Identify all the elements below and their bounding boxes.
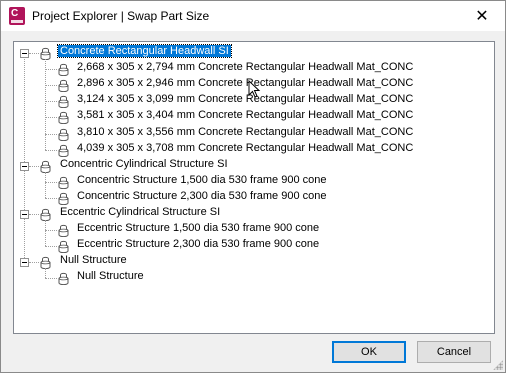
tree-item-label[interactable]: Eccentric Structure 1,500 dia 530 frame … bbox=[75, 222, 321, 234]
tree-group-label[interactable]: Null Structure bbox=[58, 254, 129, 266]
tree-item-label[interactable]: Null Structure bbox=[75, 270, 146, 282]
tree-group-label[interactable]: Concentric Cylindrical Structure SI bbox=[58, 158, 230, 170]
structure-icon bbox=[58, 63, 69, 77]
window-title: Project Explorer | Swap Part Size bbox=[32, 9, 210, 23]
mouse-cursor-icon bbox=[248, 80, 261, 98]
structure-icon bbox=[58, 224, 69, 238]
tree-item-label[interactable]: 3,810 x 305 x 3,556 mm Concrete Rectangu… bbox=[75, 126, 415, 138]
civil3d-app-icon: C bbox=[9, 7, 25, 25]
tree-item-label[interactable]: 4,039 x 305 x 3,708 mm Concrete Rectangu… bbox=[75, 142, 415, 154]
tree-item-label[interactable]: 3,581 x 305 x 3,404 mm Concrete Rectangu… bbox=[75, 109, 415, 121]
dialog-window: C Project Explorer | Swap Part Size ✕ Co… bbox=[0, 0, 506, 373]
tree-item-label[interactable]: 2,668 x 305 x 2,794 mm Concrete Rectangu… bbox=[75, 61, 415, 73]
collapse-toggle-icon[interactable] bbox=[20, 49, 29, 58]
tree-group-label[interactable]: Concrete Rectangular Headwall SI bbox=[57, 44, 232, 58]
structure-icon bbox=[58, 144, 69, 157]
title-bar[interactable]: C Project Explorer | Swap Part Size ✕ bbox=[1, 1, 505, 31]
structure-icon bbox=[58, 128, 69, 141]
structure-icon bbox=[58, 192, 69, 205]
resize-grip-icon[interactable] bbox=[493, 360, 503, 370]
structure-icon bbox=[58, 112, 69, 125]
cancel-button[interactable]: Cancel bbox=[417, 341, 491, 363]
structure-icon bbox=[58, 80, 69, 93]
collapse-toggle-icon[interactable] bbox=[20, 161, 29, 171]
app-icon-letter: C bbox=[11, 8, 19, 19]
tree-item-label[interactable]: 3,124 x 305 x 3,099 mm Concrete Rectangu… bbox=[75, 93, 415, 105]
collapse-toggle-icon[interactable] bbox=[20, 210, 29, 219]
collapse-toggle-icon[interactable] bbox=[20, 258, 29, 268]
tree-group-label[interactable]: Eccentric Cylindrical Structure SI bbox=[58, 206, 222, 218]
structure-icon bbox=[58, 241, 69, 254]
tree-item-label[interactable]: 2,896 x 305 x 2,946 mm Concrete Rectangu… bbox=[75, 77, 415, 89]
tree-item-label[interactable]: Eccentric Structure 2,300 dia 530 frame … bbox=[75, 238, 321, 250]
ok-button[interactable]: OK bbox=[332, 341, 406, 363]
structure-icon bbox=[58, 273, 69, 286]
structure-icon bbox=[58, 176, 69, 189]
close-icon[interactable]: ✕ bbox=[459, 1, 505, 31]
tree-item-label[interactable]: Concentric Structure 2,300 dia 530 frame… bbox=[75, 190, 328, 202]
structure-icon bbox=[58, 96, 69, 109]
tree-item-label[interactable]: Concentric Structure 1,500 dia 530 frame… bbox=[75, 174, 328, 186]
